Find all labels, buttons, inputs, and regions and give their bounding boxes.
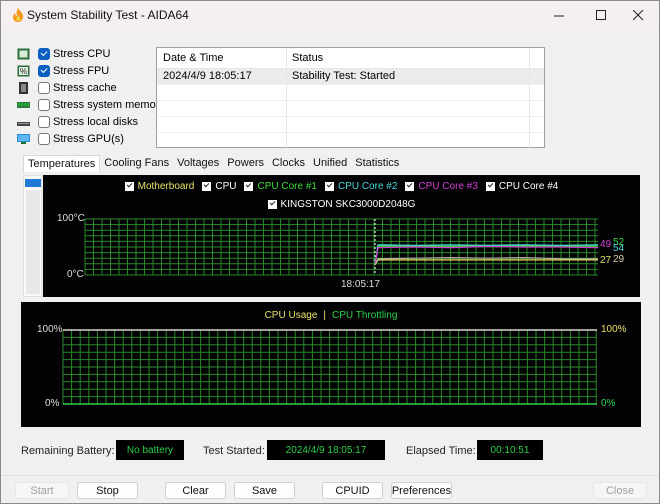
column-header-status[interactable]: Status xyxy=(287,48,530,68)
disk-icon xyxy=(17,121,30,126)
stress-memory-label: Stress system memory xyxy=(53,98,165,111)
cpu-usage-graph: CPU Usage | CPU Throttling 100% 0% 100% … xyxy=(21,302,641,427)
tab-powers[interactable]: Powers xyxy=(223,155,268,172)
current-value-motherboard: 27 xyxy=(600,255,612,266)
stress-disks-option[interactable]: Stress local disks xyxy=(17,113,165,130)
stress-disks-label: Stress local disks xyxy=(53,115,138,128)
save-button[interactable]: Save xyxy=(234,482,295,499)
gpu-icon xyxy=(17,133,30,144)
fpu-icon: % xyxy=(17,65,30,76)
log-datetime: 2024/4/9 18:05:17 xyxy=(157,69,287,84)
sensor-scrollbar[interactable] xyxy=(23,175,42,297)
cpuid-button[interactable]: CPUID xyxy=(322,482,383,499)
tab-voltages[interactable]: Voltages xyxy=(173,155,223,172)
cache-icon xyxy=(19,81,28,94)
log-header-row: Date & Time Status xyxy=(157,48,544,69)
temperature-plot: 49 525427 29 xyxy=(84,218,625,276)
test-started-value: 2024/4/9 18:05:17 xyxy=(267,440,385,460)
stress-disks-checkbox[interactable] xyxy=(38,115,50,128)
scroll-track[interactable] xyxy=(26,190,40,294)
tab-cooling-fans[interactable]: Cooling Fans xyxy=(100,155,173,172)
stress-gpu-label: Stress GPU(s) xyxy=(53,132,124,145)
test-started-label: Test Started: xyxy=(203,445,265,457)
stress-fpu-label: Stress FPU xyxy=(53,64,110,77)
close-window-button[interactable] xyxy=(618,1,658,29)
tab-unified[interactable]: Unified xyxy=(309,155,351,172)
stress-cache-checkbox[interactable] xyxy=(38,81,50,94)
stability-test-window: System Stability Test - AIDA64 Stress CP… xyxy=(0,0,660,504)
temperature-graph: Motherboard CPU CPU Core #1 CPU Core #2 … xyxy=(43,175,640,297)
stress-memory-option[interactable]: Stress system memory xyxy=(17,96,165,113)
log-row-empty xyxy=(157,133,544,149)
stress-gpu-checkbox[interactable] xyxy=(38,132,50,145)
log-status: Stability Test: Started xyxy=(287,69,530,84)
graph-tabs: Temperatures Cooling Fans Voltages Power… xyxy=(23,155,403,172)
memory-icon xyxy=(17,101,30,108)
battery-value: No battery xyxy=(116,440,184,460)
stress-options: Stress CPU % Stress FPU Stress cache Str… xyxy=(17,45,165,147)
button-bar: Start Stop Clear Save CPUID Preferences … xyxy=(1,475,659,503)
event-log-table: Date & Time Status 2024/4/9 18:05:17 Sta… xyxy=(156,47,545,149)
minimize-icon xyxy=(553,15,564,16)
close-button[interactable]: Close xyxy=(593,482,647,499)
minimize-button[interactable] xyxy=(539,1,579,29)
stress-cpu-option[interactable]: Stress CPU xyxy=(17,45,165,62)
tab-clocks[interactable]: Clocks xyxy=(268,155,309,172)
stress-cache-label: Stress cache xyxy=(53,81,117,94)
cpu-usage-plot xyxy=(62,329,597,405)
stress-fpu-option[interactable]: % Stress FPU xyxy=(17,62,165,79)
stress-fpu-checkbox[interactable] xyxy=(38,64,50,77)
current-value-kingston-skc3000d2048g: 29 xyxy=(613,254,625,265)
stress-cache-option[interactable]: Stress cache xyxy=(17,79,165,96)
stress-memory-checkbox[interactable] xyxy=(38,98,50,111)
maximize-icon xyxy=(595,9,606,20)
log-row-empty xyxy=(157,85,544,101)
elapsed-time-value: 00:10:51 xyxy=(477,440,543,460)
log-row-empty xyxy=(157,101,544,117)
main-content: Stress CPU % Stress FPU Stress cache Str… xyxy=(1,29,659,503)
elapsed-time-label: Elapsed Time: xyxy=(406,445,476,457)
current-value-cpu-core-3: 49 xyxy=(600,239,612,250)
stress-gpu-option[interactable]: Stress GPU(s) xyxy=(17,130,165,147)
aida64-flame-icon xyxy=(13,8,24,22)
tab-statistics[interactable]: Statistics xyxy=(351,155,403,172)
cpu-icon xyxy=(17,48,30,59)
svg-text:%: % xyxy=(20,67,27,76)
maximize-button[interactable] xyxy=(581,1,621,29)
clear-button[interactable]: Clear xyxy=(165,482,226,499)
stop-button[interactable]: Stop xyxy=(77,482,138,499)
close-icon xyxy=(632,9,643,20)
battery-label: Remaining Battery: xyxy=(21,445,115,457)
scroll-thumb[interactable] xyxy=(25,179,41,187)
tab-temperatures[interactable]: Temperatures xyxy=(23,155,101,172)
stress-cpu-label: Stress CPU xyxy=(53,47,111,60)
log-row-empty xyxy=(157,117,544,133)
window-title: System Stability Test - AIDA64 xyxy=(27,8,189,22)
stress-cpu-checkbox[interactable] xyxy=(38,47,50,60)
start-button[interactable]: Start xyxy=(15,482,69,499)
status-row: Remaining Battery: No battery Test Start… xyxy=(21,440,641,462)
title-bar: System Stability Test - AIDA64 xyxy=(1,1,659,29)
current-value-cpu-core-2: 54 xyxy=(613,243,625,254)
log-row[interactable]: 2024/4/9 18:05:17 Stability Test: Starte… xyxy=(157,69,544,85)
column-header-datetime[interactable]: Date & Time xyxy=(157,48,287,68)
preferences-button[interactable]: Preferences xyxy=(391,482,452,499)
